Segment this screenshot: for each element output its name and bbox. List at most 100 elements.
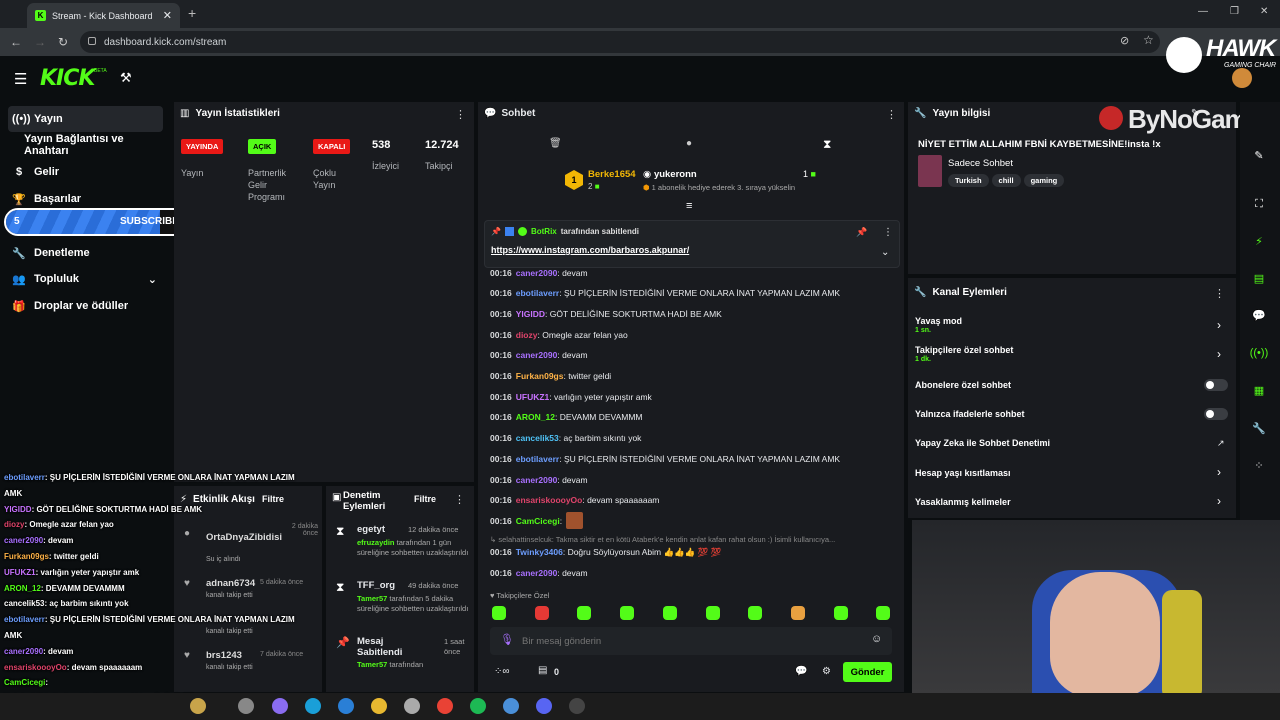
task-view-icon[interactable]	[238, 698, 254, 714]
community-icon[interactable]: ⁘	[1248, 454, 1270, 476]
tab-close-icon[interactable]: ✕	[163, 9, 172, 22]
reload-icon[interactable]: ↻	[58, 35, 68, 49]
emotes-only-toggle[interactable]	[1204, 408, 1228, 420]
chat-username[interactable]: caner2090	[516, 268, 558, 278]
tag[interactable]: gaming	[1023, 174, 1065, 187]
mic-icon[interactable]: 🎙	[500, 633, 514, 646]
tools-icon[interactable]: ⚒	[120, 70, 132, 86]
chat-username[interactable]: ebotilaverr	[516, 288, 559, 298]
chevron-right-icon[interactable]: ›	[1217, 318, 1221, 332]
emote-button[interactable]	[492, 606, 506, 620]
emote-button[interactable]	[748, 606, 763, 620]
tag[interactable]: Turkish	[948, 174, 989, 187]
emote-button[interactable]	[833, 606, 848, 620]
avatar[interactable]	[1232, 68, 1252, 88]
back-icon[interactable]: ←	[10, 35, 22, 49]
window-close-icon[interactable]: ✕	[1260, 6, 1268, 17]
emote-button[interactable]	[577, 606, 592, 620]
external-link-icon[interactable]: ↗	[1217, 438, 1225, 449]
chat-input[interactable]	[522, 631, 852, 651]
collapse-icon[interactable]: ≡	[686, 200, 692, 212]
browser-tab[interactable]: K Stream - Kick Dashboard ✕	[27, 3, 180, 28]
ai-moderation-row[interactable]: Yapay Zeka ile Sohbet Denetimi	[915, 438, 1050, 448]
chevron-down-icon[interactable]: ⌄	[881, 247, 889, 258]
emote-button[interactable]	[790, 606, 805, 620]
lightning-icon[interactable]: ⚡	[1248, 230, 1270, 252]
copilot-icon[interactable]	[272, 698, 288, 714]
sidebar-item-topluluk[interactable]: 👥 Topluluk ⌄	[8, 266, 163, 292]
chat-username[interactable]: Furkan09gs	[516, 371, 564, 381]
discord-icon[interactable]	[536, 698, 552, 714]
emote-button[interactable]	[620, 606, 635, 620]
app-icon[interactable]	[503, 698, 519, 714]
chat-username[interactable]: ARON_12	[516, 412, 555, 422]
subscribers-only-toggle[interactable]	[1204, 379, 1228, 391]
chat-icon[interactable]: 💬	[1248, 304, 1270, 326]
xbox-icon[interactable]	[404, 698, 420, 714]
site-info-icon[interactable]	[88, 37, 96, 45]
address-bar[interactable]: dashboard.kick.com/stream	[80, 31, 1160, 53]
bookmark-star-icon[interactable]: ☆	[1143, 33, 1154, 47]
modlog-filter-button[interactable]: Filtre	[414, 494, 436, 504]
chrome-icon[interactable]	[437, 698, 453, 714]
account-age-row[interactable]: Hesap yaşı kısıtlaması	[915, 468, 1011, 478]
explorer-icon[interactable]	[371, 698, 387, 714]
focus-icon[interactable]: ⛶	[1248, 193, 1270, 215]
kick-logo[interactable]: KICK	[40, 66, 95, 91]
chat-menu-icon[interactable]: ⋮	[886, 108, 897, 121]
chat-username[interactable]: UFUKZ1	[516, 392, 550, 402]
minimize-icon[interactable]: —	[1198, 6, 1208, 17]
modlog-menu-icon[interactable]: ⋮	[454, 493, 465, 506]
chat-username[interactable]: diozy	[516, 330, 538, 340]
chat-username[interactable]: caner2090	[516, 475, 558, 485]
chevron-right-icon[interactable]: ›	[1217, 465, 1221, 479]
unpin-icon[interactable]: 📌	[856, 227, 867, 238]
pinned-menu-icon[interactable]: ⋮	[883, 227, 893, 238]
chevron-right-icon[interactable]: ›	[1217, 347, 1221, 361]
sidebar-item-droplar[interactable]: 🎁 Droplar ve ödüller	[8, 293, 163, 319]
category-name[interactable]: Sadece Sohbet	[948, 158, 1013, 169]
stats-menu-icon[interactable]: ⋮	[455, 108, 466, 121]
slowmode-hourglass-icon[interactable]: ⧗	[823, 137, 831, 152]
spotify-icon[interactable]	[470, 698, 486, 714]
chat-username[interactable]: cancelik53	[516, 433, 559, 443]
emoji-icon[interactable]: ☺	[871, 633, 882, 645]
store-icon[interactable]: ▤	[538, 665, 547, 676]
forward-icon[interactable]: →	[34, 35, 46, 49]
chat-mode-icon[interactable]: ●	[686, 138, 692, 149]
chat-username[interactable]: CamCicegi	[516, 516, 560, 526]
chat-username[interactable]: YIGIDD	[516, 309, 545, 319]
emote-button[interactable]	[705, 606, 720, 620]
chat-username[interactable]: caner2090	[516, 350, 558, 360]
start-icon[interactable]	[190, 698, 206, 714]
slow-mode-row[interactable]: Yavaş mod 1 sn.	[915, 316, 962, 334]
menu-icon[interactable]: ☰	[14, 70, 27, 88]
send-button[interactable]: Gönder	[843, 662, 892, 682]
edge-icon[interactable]	[305, 698, 321, 714]
community-icon[interactable]: ⁘∞	[494, 666, 510, 677]
followers-only-row[interactable]: Takipçilere özel sohbet 1 dk.	[915, 345, 1013, 363]
chat-input-box[interactable]: 🎙 ☺	[490, 627, 892, 655]
sidebar-item-stream-key[interactable]: Yayın Bağlantısı ve Anahtarı	[8, 132, 163, 158]
obs-icon[interactable]	[569, 698, 585, 714]
banned-words-row[interactable]: Yasaklanmış kelimeler	[915, 497, 1011, 507]
tag[interactable]: chill	[991, 174, 1021, 187]
chat-username[interactable]: ensariskoooyOo	[516, 495, 583, 505]
channel-actions-menu-icon[interactable]: ⋮	[1214, 287, 1225, 300]
sidebar-item-gelir[interactable]: $ Gelir	[8, 159, 163, 185]
mail-icon[interactable]	[338, 698, 354, 714]
emote-button[interactable]	[662, 606, 677, 620]
chat-username[interactable]: ebotilaverr	[516, 454, 559, 464]
eye-off-icon[interactable]: ⊘	[1120, 34, 1129, 47]
pinned-link[interactable]: https://www.instagram.com/barbaros.akpun…	[491, 245, 689, 255]
new-tab-button[interactable]: +	[188, 5, 196, 21]
emote-button[interactable]	[534, 606, 549, 620]
gear-icon[interactable]: ⚙	[822, 666, 831, 677]
tools-icon[interactable]: 🔧	[1248, 417, 1270, 439]
chat-settings-bubble-icon[interactable]: 💬	[795, 666, 807, 677]
sidebar-item-denetleme[interactable]: 🔧 Denetleme	[8, 240, 163, 266]
activity-filter-button[interactable]: Filtre	[262, 494, 284, 504]
chevron-right-icon[interactable]: ›	[1217, 494, 1221, 508]
document-icon[interactable]: ▤	[1248, 267, 1270, 289]
edit-icon[interactable]: ✎	[1248, 144, 1270, 166]
